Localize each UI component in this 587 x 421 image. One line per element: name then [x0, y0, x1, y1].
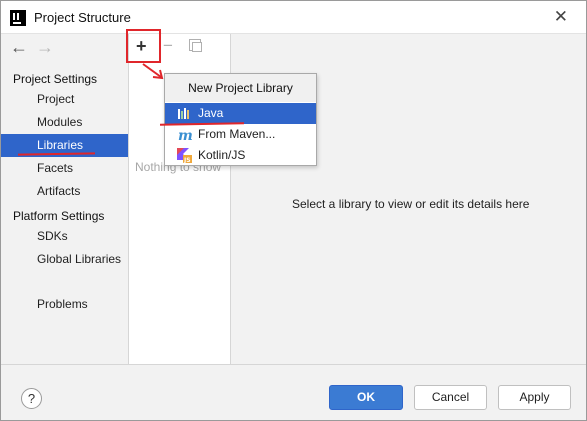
popup-item-from-maven-label: From Maven... [198, 127, 276, 141]
window-title: Project Structure [34, 10, 131, 25]
maven-icon: m [178, 128, 192, 142]
help-button[interactable]: ? [21, 388, 42, 409]
remove-library-icon[interactable]: − [163, 36, 173, 56]
sidebar-item-modules[interactable]: Modules [1, 111, 128, 134]
close-icon[interactable]: ✕ [554, 8, 568, 25]
kotlin-js-icon: JS [177, 148, 192, 163]
settings-sidebar: ← → Project Settings Project Modules Lib… [1, 34, 129, 364]
popup-title: New Project Library [165, 74, 316, 102]
sidebar-item-problems[interactable]: Problems [1, 293, 128, 316]
back-arrow-icon[interactable]: ← [10, 37, 28, 58]
details-placeholder-text: Select a library to view or edit its det… [292, 197, 530, 211]
title-bar: Project Structure ✕ [1, 1, 586, 34]
platform-settings-header: Platform Settings [13, 209, 105, 223]
popup-item-java[interactable]: Java [165, 103, 316, 124]
new-project-library-popup: New Project Library Java m From Maven...… [164, 73, 317, 166]
popup-item-java-label: Java [198, 106, 224, 120]
sidebar-item-project[interactable]: Project [1, 88, 128, 111]
sidebar-item-facets[interactable]: Facets [1, 157, 128, 180]
apply-button[interactable]: Apply [498, 385, 571, 410]
ok-button[interactable]: OK [329, 385, 403, 410]
svg-text:JS: JS [183, 157, 191, 163]
sidebar-item-sdks[interactable]: SDKs [1, 225, 128, 248]
java-library-icon [178, 108, 189, 119]
copy-library-icon[interactable] [189, 39, 202, 52]
intellij-app-icon [10, 10, 26, 26]
svg-text:m: m [178, 128, 192, 142]
popup-item-from-maven[interactable]: m From Maven... [165, 124, 316, 145]
project-structure-dialog: Project Structure ✕ ← → Project Settings… [0, 0, 587, 421]
sidebar-item-global-libraries[interactable]: Global Libraries [1, 248, 128, 271]
forward-arrow-icon[interactable]: → [36, 37, 54, 58]
annotation-highlight-box [126, 29, 161, 63]
popup-item-kotlin-js[interactable]: JS Kotlin/JS [165, 145, 316, 166]
project-settings-header: Project Settings [13, 72, 98, 86]
popup-item-kotlin-js-label: Kotlin/JS [198, 148, 246, 162]
sidebar-item-artifacts[interactable]: Artifacts [1, 180, 128, 203]
cancel-button[interactable]: Cancel [414, 385, 487, 410]
